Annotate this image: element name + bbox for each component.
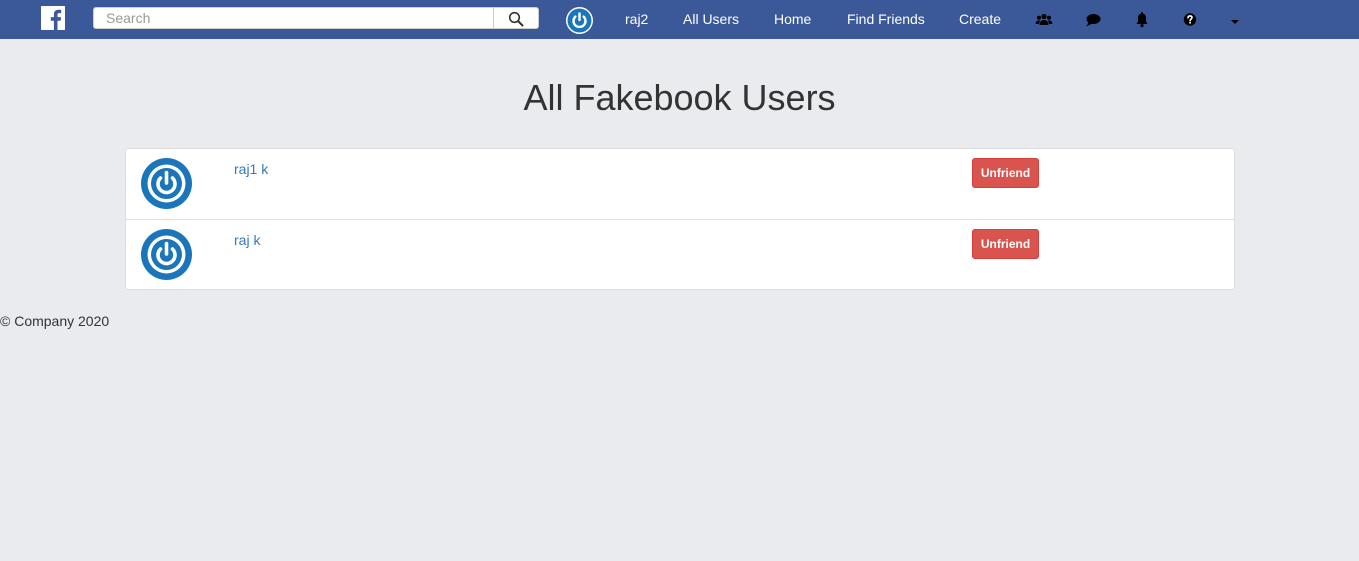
search-icon [508,11,524,27]
nav-all-users[interactable]: All Users [683,0,739,39]
nav-create[interactable]: Create [959,0,1001,39]
unfriend-button[interactable]: Unfriend [972,158,1039,188]
top-navbar: raj2 All Users Home Find Friends Create [0,0,1359,39]
question-circle-icon[interactable] [1181,11,1199,29]
footer-copyright: © Company 2020 [0,313,110,329]
comment-icon[interactable] [1084,11,1102,29]
bell-icon[interactable] [1133,11,1151,29]
user-avatar [141,229,192,280]
search-button[interactable] [493,7,539,29]
power-icon [141,229,192,280]
user-row: raj k Unfriend [126,219,1234,289]
search-input[interactable] [93,7,493,29]
power-icon [566,7,593,34]
user-name-link[interactable]: raj1 k [234,161,268,177]
power-icon [141,158,192,209]
users-icon[interactable] [1035,11,1053,29]
nav-home[interactable]: Home [774,0,811,39]
nav-current-user[interactable]: raj2 [625,0,648,39]
caret-down-icon[interactable] [1231,20,1239,24]
user-avatar [141,158,192,209]
user-name-link[interactable]: raj k [234,232,260,248]
page-title: All Fakebook Users [523,77,836,118]
nav-find-friends[interactable]: Find Friends [847,0,925,39]
user-list: raj1 k Unfriend raj k Unfriend [125,148,1235,290]
user-row: raj1 k Unfriend [126,149,1234,219]
facebook-logo-icon[interactable] [41,6,65,30]
nav-avatar[interactable] [566,7,593,34]
unfriend-button[interactable]: Unfriend [972,229,1039,259]
